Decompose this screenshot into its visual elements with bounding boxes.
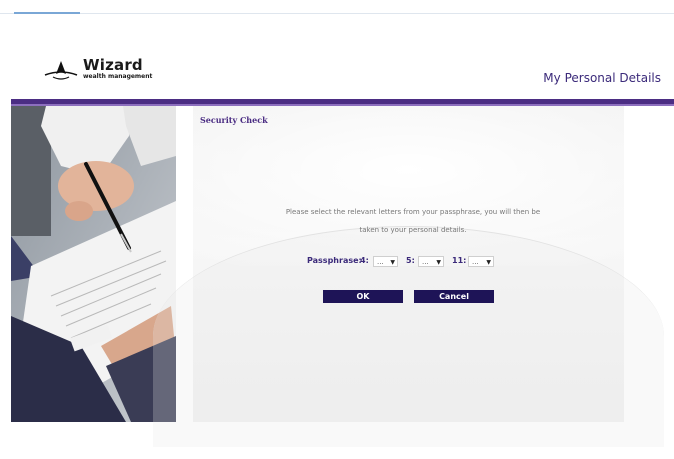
instruction-line-2: taken to your personal details.: [359, 226, 467, 234]
instruction-text: Please select the relevant letters from …: [273, 203, 553, 239]
logo-tagline: wealth management: [83, 73, 153, 80]
instruction-line-1: Please select the relevant letters from …: [285, 208, 541, 216]
position-11-label: 11:: [452, 256, 467, 265]
position-5-select[interactable]: ... ▼: [418, 256, 444, 267]
chevron-down-icon: ▼: [436, 259, 441, 266]
chevron-down-icon: ▼: [390, 259, 395, 266]
position-4-label: 4:: [360, 256, 369, 265]
top-divider: [0, 13, 674, 14]
position-11-select[interactable]: ... ▼: [468, 256, 494, 267]
page-title: My Personal Details: [543, 71, 661, 85]
wizard-logo: Wizard wealth management: [44, 56, 164, 88]
compass-arrow-icon: [44, 61, 78, 80]
security-check-panel: Security Check Please select the relevan…: [153, 106, 664, 447]
position-5-label: 5:: [406, 256, 415, 265]
top-divider-accent: [14, 12, 80, 14]
ok-button[interactable]: OK: [323, 290, 403, 303]
cancel-button[interactable]: Cancel: [414, 290, 494, 303]
passphrase-label: Passphrase:: [307, 256, 362, 265]
position-4-value: ...: [377, 258, 384, 266]
position-11-value: ...: [472, 258, 479, 266]
security-check-title: Security Check: [200, 115, 268, 125]
signing-document-photo: [11, 106, 176, 422]
chevron-down-icon: ▼: [486, 259, 491, 266]
position-5-value: ...: [422, 258, 429, 266]
logo-name: Wizard: [83, 56, 143, 74]
position-4-select[interactable]: ... ▼: [373, 256, 398, 267]
